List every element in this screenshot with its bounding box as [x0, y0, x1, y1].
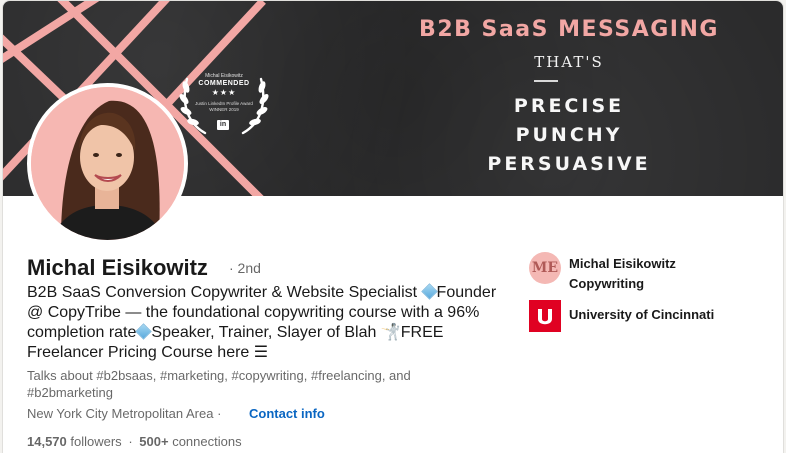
company-logo[interactable]: ME	[529, 252, 561, 284]
award-stars: ★★★	[211, 88, 237, 97]
banner-subtitle: THAT'S	[534, 53, 604, 71]
location-text: New York City Metropolitan Area	[27, 406, 214, 421]
profile-name: Michal Eisikowitz	[27, 255, 208, 280]
headline-part-3: Speaker, Trainer, Slayer of Blah	[151, 324, 381, 341]
award-line2: WINNER 2019	[209, 107, 239, 112]
banner-word-1: PRECISE	[513, 95, 625, 117]
talks-about: Talks about #b2bsaas, #marketing, #copyw…	[27, 368, 411, 400]
followers-label[interactable]: followers	[70, 434, 121, 449]
award-label: COMMENDED	[198, 80, 250, 87]
diamond-icon	[420, 283, 438, 300]
profile-card: Michal Eisikowitz COMMENDED ★★★ Justin L…	[2, 0, 784, 453]
award-top: Michal Eisikowitz	[205, 73, 243, 79]
profile-photo	[31, 87, 184, 240]
fencer-icon: 🤺	[380, 324, 401, 341]
location-separator: ·	[217, 406, 222, 421]
profile-headline: B2B SaaS Conversion Copywriter & Website…	[27, 283, 512, 363]
connection-degree: · 2nd	[229, 260, 261, 276]
company-link[interactable]: Michal Eisikowitz Copywriting	[569, 254, 749, 294]
followers-count[interactable]: 14,570	[27, 434, 67, 449]
bars-icon: ☰	[253, 344, 269, 361]
banner-title: B2B SaaS MESSAGING	[419, 17, 719, 42]
network-stats: 14,570 followers · 500+ connections	[27, 434, 242, 449]
university-logo[interactable]	[529, 300, 561, 332]
banner-word-3: PERSUASIVE	[487, 153, 651, 175]
award-line1: Justin LinkedIn Profile Award	[195, 101, 253, 106]
banner-divider	[534, 80, 558, 82]
connections-count[interactable]: 500+	[139, 434, 168, 449]
linkedin-icon: in	[217, 120, 229, 130]
location: New York City Metropolitan Area ·	[27, 406, 221, 421]
uc-icon	[538, 309, 552, 325]
headline-part-1: B2B SaaS Conversion Copywriter & Website…	[27, 284, 422, 301]
award-badge: Michal Eisikowitz COMMENDED ★★★ Justin L…	[175, 57, 273, 141]
university-link[interactable]: University of Cincinnati	[569, 307, 714, 322]
connections-label[interactable]: connections	[172, 434, 241, 449]
diamond-icon	[135, 323, 153, 340]
contact-info-link[interactable]: Contact info	[249, 406, 325, 421]
banner-word-2: PUNCHY	[515, 124, 623, 146]
avatar[interactable]	[27, 83, 188, 244]
